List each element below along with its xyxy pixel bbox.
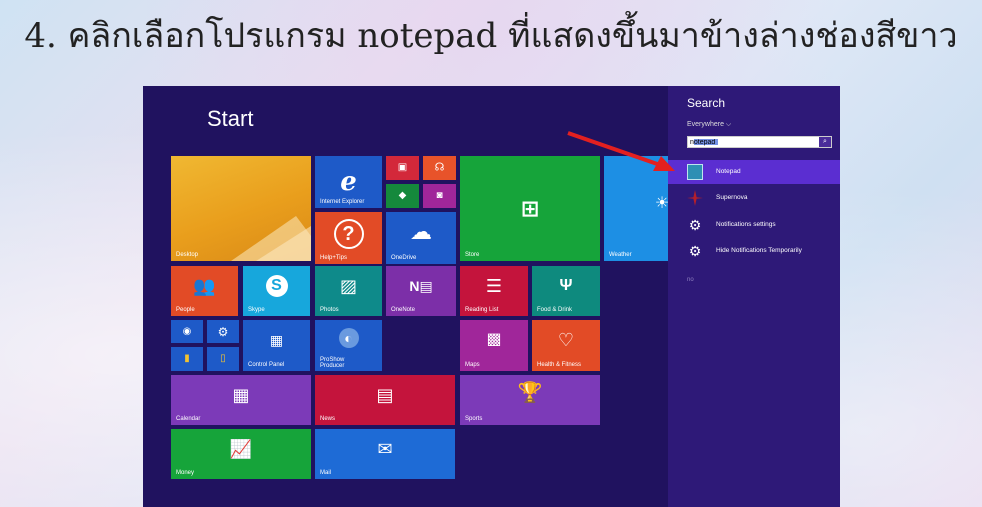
annotation-arrow [567, 131, 675, 171]
slide-caption: 4. คลิกเลือกโปรแกรม notepad ที่แสดงขึ้นม… [24, 16, 958, 56]
start-screen: Start Desktop e Internet Explorer ▣ ☊ ◆ … [143, 86, 840, 507]
